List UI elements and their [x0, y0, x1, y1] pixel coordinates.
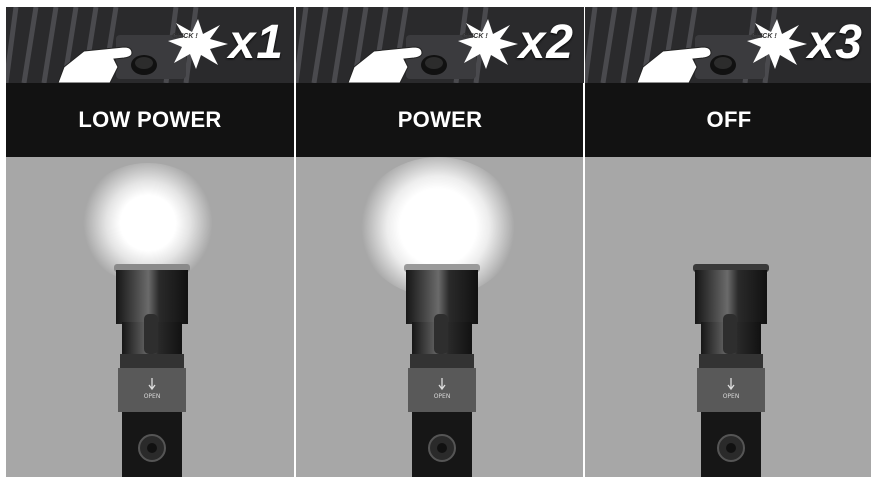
flashlight-modes-infographic: CLICK ! x1 LOW POWER OPEN CLICK ! x2 POW…	[6, 7, 871, 477]
flashlight-icon: OPEN	[693, 264, 769, 477]
click-burst-icon	[747, 19, 807, 69]
flashlight-icon: OPEN	[114, 264, 190, 477]
flashlight-scene: OPEN	[296, 157, 584, 477]
press-count: x3	[807, 16, 863, 69]
flashlight-scene: OPEN	[585, 157, 871, 477]
mode-label: OFF	[706, 107, 752, 132]
mode-panel-off: CLICK ! x3 OFF OPEN	[585, 7, 871, 477]
flashlight-scene: OPEN	[6, 157, 294, 477]
open-marking: OPEN	[434, 393, 451, 400]
open-marking: OPEN	[144, 393, 161, 400]
click-burst-icon	[168, 19, 228, 69]
press-count: x1	[228, 16, 284, 69]
mode-label-bar: LOW POWER	[6, 83, 294, 157]
mode-label: LOW POWER	[78, 107, 222, 132]
mode-label: POWER	[397, 107, 483, 132]
press-count: x2	[518, 16, 574, 69]
open-marking: OPEN	[723, 393, 740, 400]
click-text: CLICK !	[172, 33, 198, 40]
click-text: CLICK !	[462, 33, 488, 40]
mode-label-bar: POWER	[296, 83, 584, 157]
mode-label-bar: OFF	[585, 83, 871, 157]
click-banner: CLICK ! x2	[296, 7, 584, 83]
click-banner: CLICK ! x1	[6, 7, 294, 83]
click-burst-icon	[458, 19, 518, 69]
click-text: CLICK !	[751, 33, 777, 40]
mode-panel-low-power: CLICK ! x1 LOW POWER OPEN	[6, 7, 294, 477]
mode-panel-power: CLICK ! x2 POWER OPEN	[296, 7, 584, 477]
click-banner: CLICK ! x3	[585, 7, 871, 83]
flashlight-icon: OPEN	[404, 264, 480, 477]
